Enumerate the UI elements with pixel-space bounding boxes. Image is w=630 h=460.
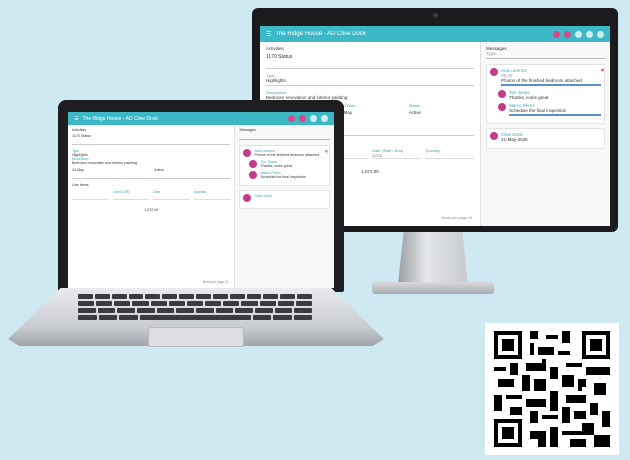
breadcrumb[interactable]: Activities: [72, 128, 230, 132]
laptop: ☰ The Ridge House - AD Clive Dock Activi…: [58, 100, 344, 292]
search-icon[interactable]: [310, 115, 317, 122]
message-thread: ♥ Ana Lorenzo Photos of the finished bedr…: [239, 145, 330, 186]
message-thread: ♥ Ana Lorenzo 09:42 Photos of the finish…: [486, 64, 605, 124]
avatar: [498, 90, 507, 98]
pagination[interactable]: Items per page 10: [441, 216, 472, 220]
avatar: [249, 171, 258, 179]
field-label-status: Status: [408, 103, 421, 108]
record-panel: Activities 1170 Status Type Highlights D…: [68, 125, 236, 288]
messages-panel: Messages Type... ♥ Ana Lorenzo 09:42 Pho…: [481, 42, 610, 226]
pagination[interactable]: Items per page 10: [203, 280, 229, 284]
list-item[interactable]: Tim Jones Thanks, looks great: [498, 90, 601, 100]
chat-icon[interactable]: [564, 30, 571, 38]
field-label-start: Start Date: [337, 103, 356, 108]
field-value-start[interactable]: 24 May: [72, 168, 148, 172]
list-item[interactable]: Tim Jones Thanks, looks great: [249, 160, 326, 168]
breadcrumb[interactable]: Activities: [266, 46, 474, 51]
notification-icon[interactable]: [288, 115, 295, 122]
monitor-base: [372, 282, 494, 294]
chat-icon[interactable]: [299, 115, 306, 122]
avatar: [498, 103, 507, 111]
message-input[interactable]: Type...: [486, 51, 605, 59]
avatar: [243, 149, 252, 157]
field-value-description[interactable]: Bedroom renovation and interior painting: [72, 161, 230, 165]
field-value-status[interactable]: Active: [154, 168, 230, 172]
monitor-stand: [398, 232, 468, 284]
list-item[interactable]: Ana Lorenzo 09:42 Photos of the finished…: [490, 68, 601, 87]
list-item[interactable]: Ana Lorenzo Photos of the finished bedroo…: [243, 149, 326, 157]
avatar: [249, 160, 258, 168]
avatar: [490, 68, 499, 76]
table-row[interactable]: [72, 194, 231, 200]
avatar[interactable]: [597, 30, 604, 38]
camera-dot: [433, 13, 438, 18]
menu-icon[interactable]: ☰: [266, 31, 271, 38]
message-input[interactable]: [239, 132, 330, 140]
avatar: [490, 132, 499, 140]
avatar[interactable]: [321, 115, 328, 122]
notification-icon[interactable]: [553, 30, 560, 38]
touchpad: [148, 327, 244, 347]
product-scene: ☰ The Ridge House - AD Clive Dock Activi…: [0, 0, 630, 460]
message-card[interactable]: Clive Dock 21-May-2025: [486, 128, 605, 149]
qr-code-icon[interactable]: [485, 323, 619, 455]
field-value-start[interactable]: 24 May: [337, 110, 402, 115]
app-title: The Ridge House - AD Clive Dock: [275, 31, 366, 37]
field-value-type[interactable]: Highlights: [266, 78, 474, 83]
record-title: 1170 Status: [72, 134, 91, 138]
total-value: 1,072.00: [144, 208, 159, 212]
message-card[interactable]: Clive Dock: [239, 190, 330, 209]
avatar: [243, 194, 252, 202]
search-icon[interactable]: [575, 30, 582, 38]
heart-icon[interactable]: ♥: [325, 149, 328, 155]
list-item[interactable]: Marco Pérez Schedule the final inspectio…: [498, 103, 601, 117]
heart-icon[interactable]: ♥: [600, 68, 604, 74]
app-bar: ☰ The Ridge House - AD Clive Dock: [68, 112, 334, 125]
messages-panel: Messages ♥ Ana Lorenzo Photos of the fini…: [235, 125, 334, 288]
laptop-screen: ☰ The Ridge House - AD Clive Dock Activi…: [68, 112, 334, 288]
table-label: Line Items: [72, 183, 89, 187]
menu-icon[interactable]: ☰: [74, 116, 78, 122]
record-title: 1170 Status: [266, 54, 293, 60]
settings-icon[interactable]: [586, 30, 593, 38]
list-item[interactable]: Marco Pérez Schedule the final inspection: [249, 171, 326, 179]
app-title: The Ridge House - AD Clive Dock: [82, 115, 158, 122]
field-value-status[interactable]: Active: [409, 110, 474, 115]
keyboard: [77, 294, 313, 324]
app-bar: ☰ The Ridge House - AD Clive Dock: [260, 26, 610, 42]
